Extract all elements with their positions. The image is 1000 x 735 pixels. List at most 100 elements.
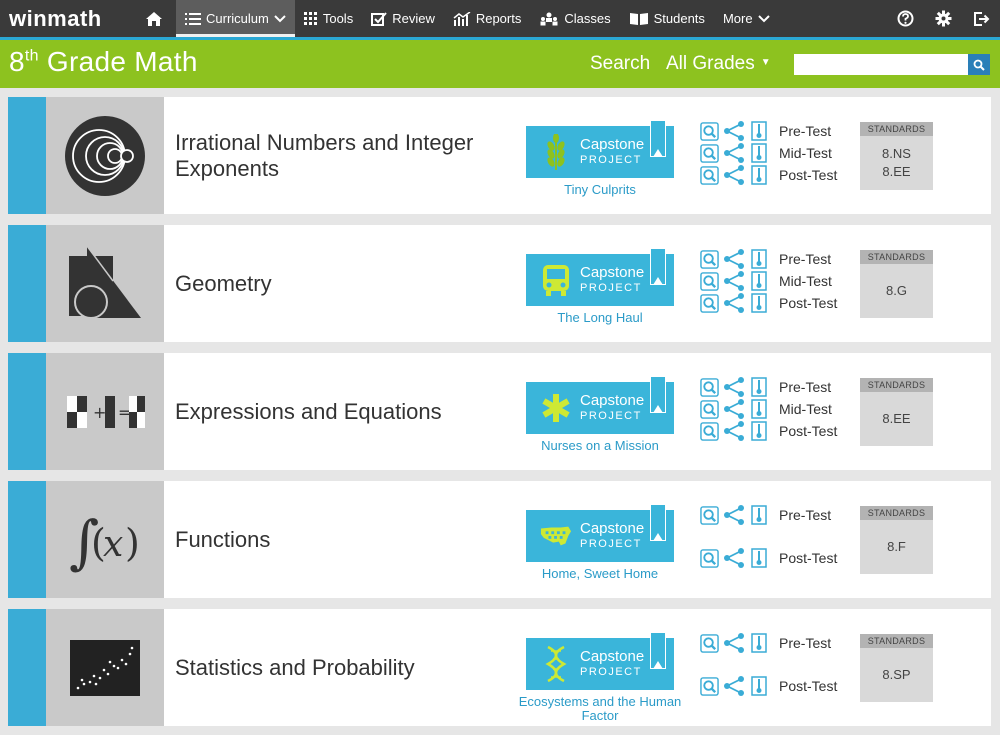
capstone-project-button[interactable]: Capstone PROJECT [526,505,674,562]
unit-title[interactable]: Statistics and Probability [175,609,515,726]
preview-test-button[interactable] [698,421,720,441]
unit-thumbnail[interactable] [46,225,164,342]
search-button[interactable] [968,54,990,75]
search-input[interactable] [794,54,968,75]
preview-test-button[interactable] [698,293,720,313]
test-results-button[interactable] [748,676,770,696]
unit-card[interactable]: Statistics and Probability Capstone PROJ… [8,609,991,726]
capstone-project-button[interactable]: Capstone PROJECT [526,633,674,690]
unit-card[interactable]: ∫(x) Functions Capstone PROJECT Home, Sw… [8,481,991,598]
test-results-button[interactable] [748,548,770,568]
standard-code[interactable]: 8.F [887,538,906,556]
nav-students[interactable]: Students [620,0,714,37]
standard-code[interactable]: 8.EE [882,410,910,428]
test-label[interactable]: Pre-Test [779,123,831,139]
nav-curriculum[interactable]: Curriculum [176,0,295,37]
unit-thumbnail[interactable] [46,609,164,726]
assign-test-button[interactable] [723,377,745,397]
unit-card[interactable]: Geometry Capstone PROJECT The Long Haul … [8,225,991,342]
capstone-name-link[interactable]: Home, Sweet Home [518,567,682,581]
unit-tests: Pre-Test Post-Test [698,609,848,726]
assign-test-button[interactable] [723,633,745,653]
unit-thumbnail[interactable]: + = [46,353,164,470]
test-label[interactable]: Post-Test [779,295,837,311]
preview-test-button[interactable] [698,633,720,653]
preview-test-button[interactable] [698,271,720,291]
test-label[interactable]: Pre-Test [779,507,831,523]
test-label[interactable]: Post-Test [779,167,837,183]
test-label[interactable]: Pre-Test [779,379,831,395]
preview-test-button[interactable] [698,121,720,141]
home-button[interactable] [132,0,176,37]
settings-button[interactable] [924,0,962,37]
assign-test-button[interactable] [723,399,745,419]
test-results-button[interactable] [748,633,770,653]
help-button[interactable] [886,0,924,37]
unit-thumbnail[interactable]: ∫(x) [46,481,164,598]
unit-title[interactable]: Geometry [175,225,515,342]
capstone-project-button[interactable]: Capstone PROJECT [526,377,674,434]
preview-test-button[interactable] [698,143,720,163]
test-results-button[interactable] [748,143,770,163]
capstone-name-link[interactable]: The Long Haul [518,311,682,325]
nav-more[interactable]: More [714,0,779,37]
unit-title[interactable]: Functions [175,481,515,598]
standard-code[interactable]: 8.EE [882,163,910,181]
unit-card[interactable]: + = Expressions and Equations Capstone PR… [8,353,991,470]
test-results-button[interactable] [748,271,770,291]
preview-test-button[interactable] [698,165,720,185]
test-results-button[interactable] [748,165,770,185]
test-label[interactable]: Mid-Test [779,273,832,289]
capstone-name-link[interactable]: Tiny Culprits [518,183,682,197]
test-label[interactable]: Pre-Test [779,635,831,651]
test-label[interactable]: Post-Test [779,550,837,566]
test-results-button[interactable] [748,399,770,419]
test-label[interactable]: Mid-Test [779,401,832,417]
standard-code[interactable]: 8.SP [882,666,910,684]
test-results-button[interactable] [748,505,770,525]
test-label[interactable]: Post-Test [779,678,837,694]
assign-test-button[interactable] [723,293,745,313]
test-results-button[interactable] [748,293,770,313]
nav-tools[interactable]: Tools [295,0,362,37]
assign-test-button[interactable] [723,271,745,291]
test-label[interactable]: Post-Test [779,423,837,439]
logout-button[interactable] [962,0,1000,37]
preview-test-button[interactable] [698,548,720,568]
magnify-icon [700,422,719,441]
preview-test-button[interactable] [698,676,720,696]
capstone-name-link[interactable]: Nurses on a Mission [518,439,682,453]
preview-test-button[interactable] [698,399,720,419]
test-results-button[interactable] [748,377,770,397]
assign-test-button[interactable] [723,121,745,141]
test-label[interactable]: Pre-Test [779,251,831,267]
unit-thumbnail[interactable] [46,97,164,214]
nav-reports[interactable]: Reports [444,0,531,37]
winmath-logo[interactable]: winmath [0,6,132,32]
test-results-button[interactable] [748,121,770,141]
assign-test-button[interactable] [723,421,745,441]
preview-test-button[interactable] [698,505,720,525]
nav-review[interactable]: Review [362,0,444,37]
assign-test-button[interactable] [723,165,745,185]
nav-classes[interactable]: Classes [530,0,619,37]
unit-title[interactable]: Irrational Numbers and Integer Exponents [175,97,515,214]
preview-test-button[interactable] [698,249,720,269]
capstone-name-link[interactable]: Ecosystems and the Human Factor [518,695,682,723]
assign-test-button[interactable] [723,249,745,269]
unit-card[interactable]: Irrational Numbers and Integer Exponents… [8,97,991,214]
capstone-project-button[interactable]: Capstone PROJECT [526,249,674,306]
assign-test-button[interactable] [723,143,745,163]
assign-test-button[interactable] [723,548,745,568]
test-results-button[interactable] [748,249,770,269]
test-results-button[interactable] [748,421,770,441]
standard-code[interactable]: 8.NS [882,145,911,163]
grade-select[interactable]: All Grades ▼ [666,53,771,75]
assign-test-button[interactable] [723,505,745,525]
unit-title[interactable]: Expressions and Equations [175,353,515,470]
preview-test-button[interactable] [698,377,720,397]
assign-test-button[interactable] [723,676,745,696]
standard-code[interactable]: 8.G [886,282,907,300]
test-label[interactable]: Mid-Test [779,145,832,161]
capstone-project-button[interactable]: Capstone PROJECT [526,121,674,178]
